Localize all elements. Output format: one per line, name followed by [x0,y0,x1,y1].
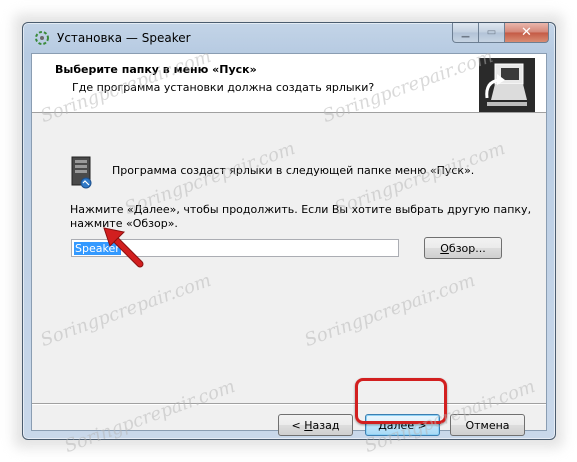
back-label: азад [312,418,340,432]
back-mnemonic: Н [304,418,313,432]
caption-buttons: ▁ ▭ ✕ [452,23,549,43]
maximize-icon: ▭ [486,27,497,38]
instruction-text-1: Нажмите «Далее», чтобы продолжить. Если … [70,203,532,216]
start-menu-folder-icon [71,156,92,189]
close-icon: ✕ [521,25,532,40]
browse-mnemonic: О [440,241,449,255]
setup-app-icon [35,31,49,45]
close-button[interactable]: ✕ [505,23,549,43]
page-title: Выберите папку в меню «Пуск» [55,63,257,76]
footer-separator [32,403,546,405]
installer-computer-icon [479,58,535,112]
maximize-button[interactable]: ▭ [479,23,505,43]
window-title: Установка — Speaker [57,31,191,45]
browse-label: бзор... [448,241,486,255]
cancel-button[interactable]: Отмена [450,414,525,436]
title-bar[interactable]: Установка — Speaker ▁ ▭ ✕ [23,23,555,53]
minimize-button[interactable]: ▁ [452,23,479,43]
minimize-icon: ▁ [461,27,470,38]
page-subtitle: Где программа установки должна создать я… [72,81,375,94]
wizard-header: Выберите папку в меню «Пуск» Где програм… [32,54,546,113]
back-prefix: < [291,418,305,432]
info-text: Программа создаст ярлыки в следующей пап… [112,164,475,177]
browse-button[interactable]: Обзор... [424,237,502,259]
next-button-highlight [355,378,447,424]
back-button[interactable]: < Назад [278,414,353,436]
red-arrow-annotation-icon [103,227,144,268]
